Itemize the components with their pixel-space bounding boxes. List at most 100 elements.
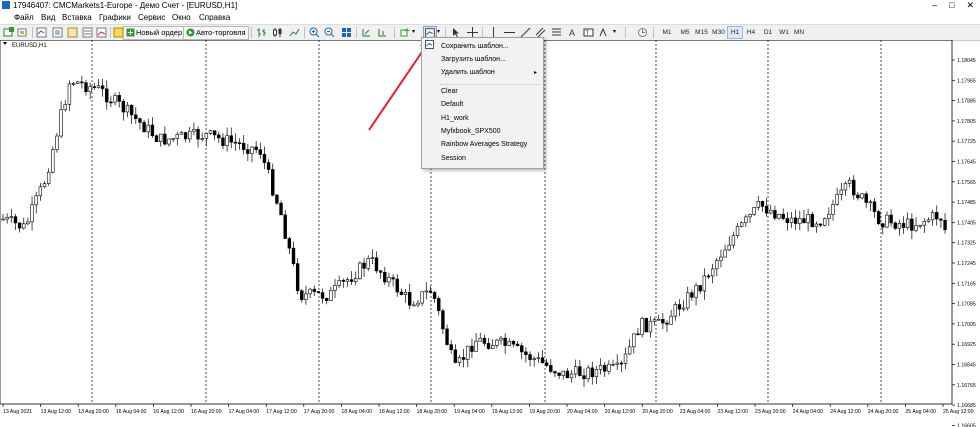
autotrading-button[interactable]: Авто-торговля <box>183 26 249 40</box>
candle-body <box>827 214 831 220</box>
strategy-tester-icon[interactable] <box>96 27 107 38</box>
candle-body <box>437 298 441 312</box>
candle-body <box>466 345 470 360</box>
arrows-dropdown-icon[interactable]: ▾ <box>613 28 616 35</box>
menu-item-load-template[interactable]: Загрузить шаблон... <box>441 54 506 66</box>
candle-body <box>715 260 719 270</box>
fibonacci-icon[interactable] <box>551 27 562 38</box>
candle-body <box>744 216 748 224</box>
menu-insert[interactable]: Вставка <box>62 11 92 24</box>
maximize-button[interactable]: □ <box>949 0 954 11</box>
candle-body <box>383 272 387 283</box>
candle-body <box>17 222 22 229</box>
candle-body <box>739 222 744 227</box>
chart-shift-icon[interactable] <box>377 27 388 38</box>
candlestick-chart-icon[interactable] <box>272 27 283 38</box>
candle-body <box>470 345 474 352</box>
candle-body <box>615 362 619 365</box>
candle-body <box>499 337 503 341</box>
candle-body <box>793 217 798 224</box>
bar-chart-icon[interactable] <box>256 27 267 38</box>
indicators-dropdown-icon[interactable]: ▾ <box>412 28 415 35</box>
timeframe-m30[interactable]: M30 <box>710 27 727 38</box>
arrows-icon[interactable] <box>598 27 609 38</box>
menu-charts[interactable]: Графики <box>99 11 131 24</box>
menu-tools[interactable]: Сервис <box>138 11 165 24</box>
zoom-out-icon[interactable] <box>324 27 335 38</box>
menu-view[interactable]: Вид <box>41 11 55 24</box>
candle-body <box>926 219 931 222</box>
candle-body <box>449 344 453 351</box>
terminal-icon[interactable] <box>82 27 93 38</box>
candle-body <box>864 193 868 203</box>
candle-body <box>603 365 607 372</box>
timeframe-m5[interactable]: M5 <box>677 27 693 38</box>
menu-window[interactable]: Окно <box>172 11 191 24</box>
time-label: 24 Aug 04:00 <box>793 409 824 415</box>
menu-help[interactable]: Справка <box>199 11 230 24</box>
candle-body <box>287 238 292 249</box>
candle-body <box>22 223 26 229</box>
candle-body <box>399 291 404 295</box>
text-tool-icon[interactable]: A <box>567 27 578 38</box>
menu-item-template[interactable]: Clear <box>441 86 458 98</box>
new-chart-icon[interactable] <box>3 27 14 38</box>
auto-scroll-icon[interactable] <box>361 27 372 38</box>
timeframe-h1[interactable]: H1 <box>727 26 743 39</box>
candle-body <box>26 221 30 225</box>
candle-body <box>42 183 47 188</box>
timeframe-m1[interactable]: M1 <box>659 27 675 38</box>
candle-body <box>105 88 109 103</box>
candle-body <box>424 290 428 293</box>
time-label: 19 Aug 20:00 <box>529 409 560 415</box>
menu-item-save-template[interactable]: Сохранить шаблон... <box>441 41 509 53</box>
templates-dropdown-icon[interactable]: ▾ <box>437 28 440 35</box>
period-icon[interactable] <box>637 27 648 38</box>
price-label: 1.17405 <box>957 220 976 226</box>
time-label: 17 Aug 12:00 <box>266 409 297 415</box>
menu-file[interactable]: Файл <box>14 11 34 24</box>
time-label: 20 Aug 04:00 <box>567 409 598 415</box>
close-button[interactable]: ✕ <box>966 0 974 11</box>
data-window-icon[interactable] <box>52 27 63 38</box>
profiles-icon[interactable] <box>17 27 28 38</box>
line-chart-icon[interactable] <box>289 27 300 38</box>
candle-body <box>490 345 495 349</box>
timeframe-h4[interactable]: H4 <box>743 27 759 38</box>
candle-body <box>217 134 221 139</box>
time-label: 18 Aug 20:00 <box>417 409 448 415</box>
timeframe-m15[interactable]: M15 <box>693 27 710 38</box>
minimize-button[interactable]: – <box>932 0 937 11</box>
timeframe-w1[interactable]: W1 <box>776 27 792 38</box>
price-label: 1.17965 <box>957 78 976 84</box>
candle-body <box>300 290 304 300</box>
menu-item-template[interactable]: Myfxbook_SPX500 <box>441 126 501 138</box>
candle-body <box>196 129 200 140</box>
zoom-in-icon[interactable] <box>309 27 320 38</box>
menu-item-template[interactable]: Rainbow Averages Strategy <box>441 139 527 151</box>
candle-body <box>333 285 337 291</box>
navigator-icon[interactable] <box>67 27 78 38</box>
new-order-button[interactable]: Новый ордер <box>123 26 186 40</box>
candle-body <box>652 319 657 322</box>
candle-body <box>569 373 574 379</box>
tile-windows-icon[interactable] <box>341 27 352 38</box>
timeframe-d1[interactable]: D1 <box>760 27 776 38</box>
market-watch-icon[interactable] <box>36 27 47 38</box>
candle-body <box>349 279 354 282</box>
candle-body <box>432 292 437 299</box>
candle-body <box>63 104 67 111</box>
text-label-icon[interactable]: T <box>583 27 594 38</box>
menu-item-template[interactable]: Session <box>441 153 466 165</box>
timeframe-mn[interactable]: MN <box>791 27 807 38</box>
candle-body <box>619 362 624 365</box>
candle-body <box>374 257 379 272</box>
menu-item-delete-template[interactable]: Удалить шаблон <box>441 67 495 79</box>
candle-body <box>59 109 63 137</box>
indicators-icon[interactable] <box>400 27 411 38</box>
menu-item-template[interactable]: Default <box>441 99 463 111</box>
time-label: 13 Aug 12:00 <box>41 409 72 415</box>
menu-item-template[interactable]: H1_work <box>441 113 469 125</box>
candle-body <box>138 118 142 123</box>
candle-body <box>856 194 860 199</box>
